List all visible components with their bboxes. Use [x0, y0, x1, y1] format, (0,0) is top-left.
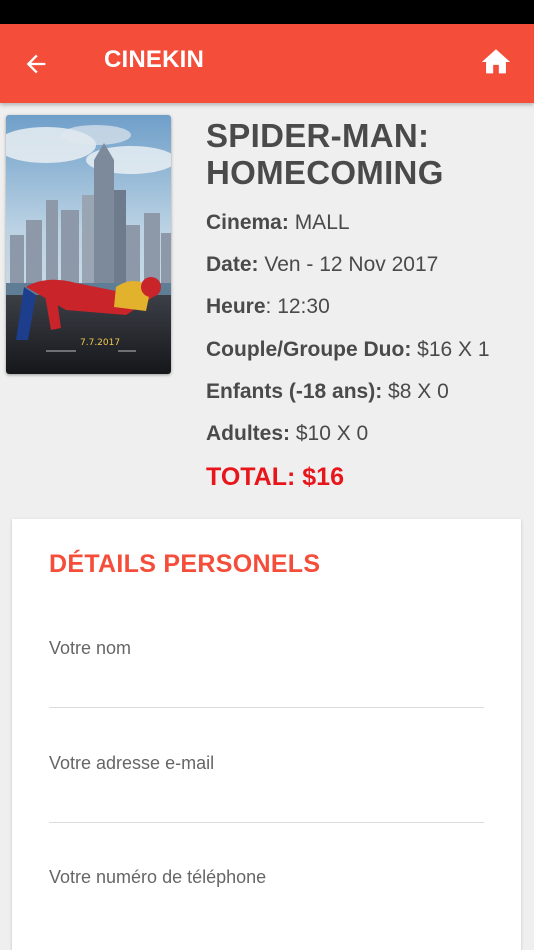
- arrow-left-icon: [26, 54, 46, 74]
- home-icon: [481, 49, 511, 74]
- info-label: Enfants (-18 ans):: [206, 380, 383, 403]
- name-underline: [49, 707, 484, 708]
- personal-details-card: DÉTAILS PERSONELS Votre nom Votre adress…: [12, 519, 521, 950]
- app-title: CINEKIN: [104, 46, 205, 73]
- movie-poster: 7.7.2017: [6, 115, 171, 374]
- info-label: Couple/Groupe Duo:: [206, 338, 412, 361]
- info-label: Heure: [206, 295, 266, 318]
- info-value: Ven - 12 Nov 2017: [258, 253, 439, 276]
- email-field: Votre adresse e-mail: [49, 752, 484, 823]
- email-underline: [49, 822, 484, 823]
- info-value: MALL: [288, 211, 350, 234]
- app-bar: CINEKIN: [0, 24, 534, 103]
- phone-field: Votre numéro de téléphone: [49, 866, 484, 936]
- poster-date: 7.7.2017: [80, 338, 120, 348]
- info-value: $8 X 0: [382, 380, 449, 403]
- email-label: Votre adresse e-mail: [49, 753, 215, 773]
- home-button[interactable]: [478, 44, 514, 80]
- info-value: : 12:30: [265, 295, 330, 318]
- info-couple: Couple/Groupe Duo: $16 X 1: [206, 338, 490, 362]
- phone-input[interactable]: [49, 900, 484, 936]
- info-label: Date:: [206, 253, 259, 276]
- email-input[interactable]: [49, 786, 484, 822]
- info-label: Cinema:: [206, 211, 289, 234]
- info-enfants: Enfants (-18 ans): $8 X 0: [206, 380, 449, 404]
- back-button[interactable]: [18, 46, 54, 82]
- phone-label: Votre numéro de téléphone: [49, 867, 267, 887]
- name-label: Votre nom: [49, 638, 132, 658]
- personal-details-title: DÉTAILS PERSONELS: [49, 550, 321, 578]
- info-date: Date: Ven - 12 Nov 2017: [206, 253, 438, 277]
- total-price: TOTAL: $16: [206, 463, 344, 491]
- info-value: $10 X 0: [290, 422, 369, 445]
- name-input[interactable]: [49, 671, 484, 707]
- info-label: Adultes:: [206, 422, 290, 445]
- info-cinema: Cinema: MALL: [206, 211, 350, 235]
- info-value: $16 X 1: [411, 338, 490, 361]
- movie-title: SPIDER-MAN: HOMECOMING: [206, 117, 444, 191]
- name-field: Votre nom: [49, 637, 484, 708]
- info-heure: Heure: 12:30: [206, 295, 330, 319]
- status-bar: [0, 0, 534, 24]
- info-adultes: Adultes: $10 X 0: [206, 422, 368, 446]
